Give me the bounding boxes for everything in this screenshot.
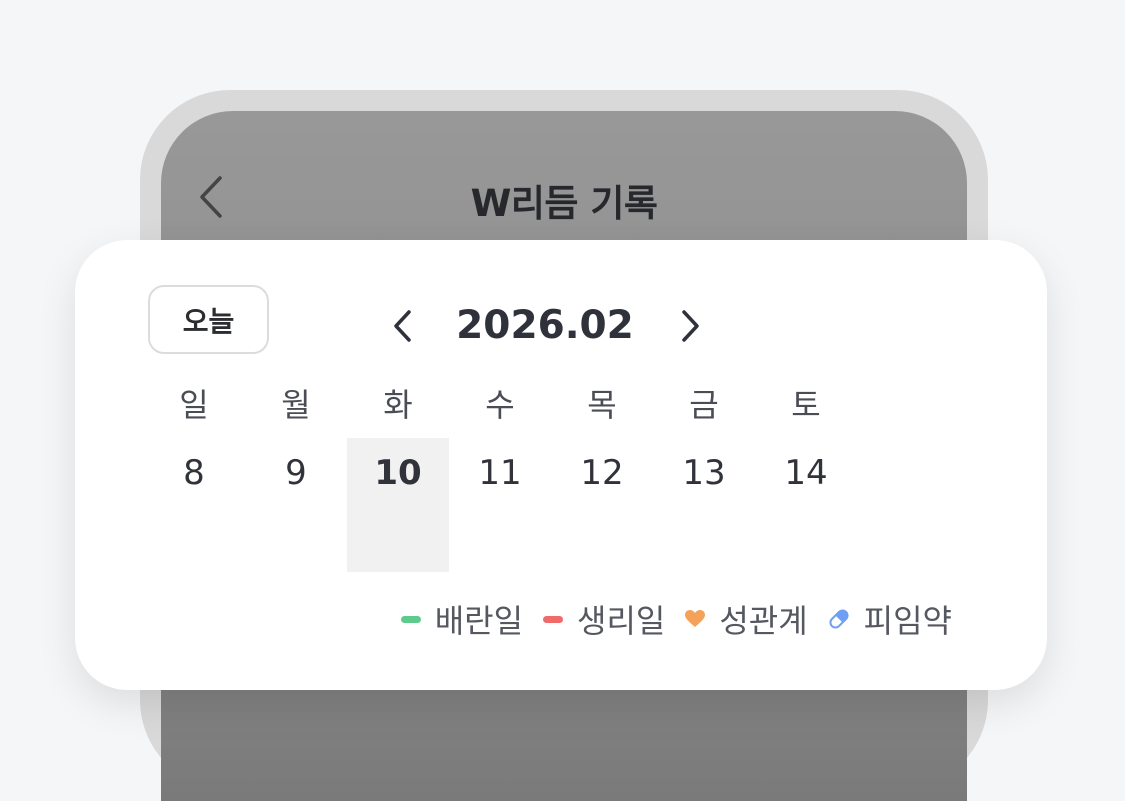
chevron-right-icon	[682, 310, 699, 342]
weekday-thu: 목	[587, 386, 617, 424]
prev-month-button[interactable]	[382, 300, 422, 352]
date-cell[interactable]: 8	[143, 438, 245, 572]
pill-icon	[829, 609, 849, 629]
month-label: 2026.02	[456, 303, 634, 348]
legend-ovulation: 배란일	[400, 596, 524, 642]
legend-period: 생리일	[543, 596, 665, 642]
date-cell-selected[interactable]: 10	[347, 438, 449, 572]
today-button[interactable]: 오늘	[148, 285, 269, 354]
legend-intercourse: 성관계	[685, 596, 808, 642]
weekday-wed: 수	[485, 386, 515, 424]
legend-intercourse-label: 성관계	[719, 602, 808, 640]
weekday-header: 일 월 화 수 목 금 토	[143, 380, 857, 430]
date-cell[interactable]: 9	[245, 438, 347, 572]
page-title: W리듬 기록	[470, 182, 658, 225]
weekday-tue: 화	[383, 386, 413, 424]
weekday-mon: 월	[281, 386, 311, 424]
weekday-fri: 금	[689, 386, 719, 424]
legend-pill: 피임약	[828, 596, 952, 642]
chevron-left-icon	[394, 310, 411, 342]
legend-ovulation-label: 배란일	[434, 602, 524, 640]
date-cell[interactable]: 12	[551, 438, 653, 572]
legend-period-label: 생리일	[577, 602, 666, 640]
date-cell[interactable]: 13	[653, 438, 755, 572]
green-dash-icon	[400, 615, 421, 623]
calendar-card: 오늘 2026.02 일 월 화 수 목 금 토 8 9 10 11 12 13…	[75, 240, 1047, 690]
date-cell[interactable]: 14	[755, 438, 857, 572]
red-dash-icon	[543, 615, 564, 623]
legend-pill-label: 피임약	[863, 602, 952, 640]
weekday-sun: 일	[179, 386, 209, 424]
week-row: 8 9 10 11 12 13 14	[143, 438, 857, 572]
next-month-button[interactable]	[671, 300, 711, 352]
legend: 배란일 생리일 성관계 피임약	[400, 596, 952, 642]
weekday-sat: 토	[791, 386, 821, 424]
date-cell[interactable]: 11	[449, 438, 551, 572]
heart-icon	[685, 610, 706, 627]
